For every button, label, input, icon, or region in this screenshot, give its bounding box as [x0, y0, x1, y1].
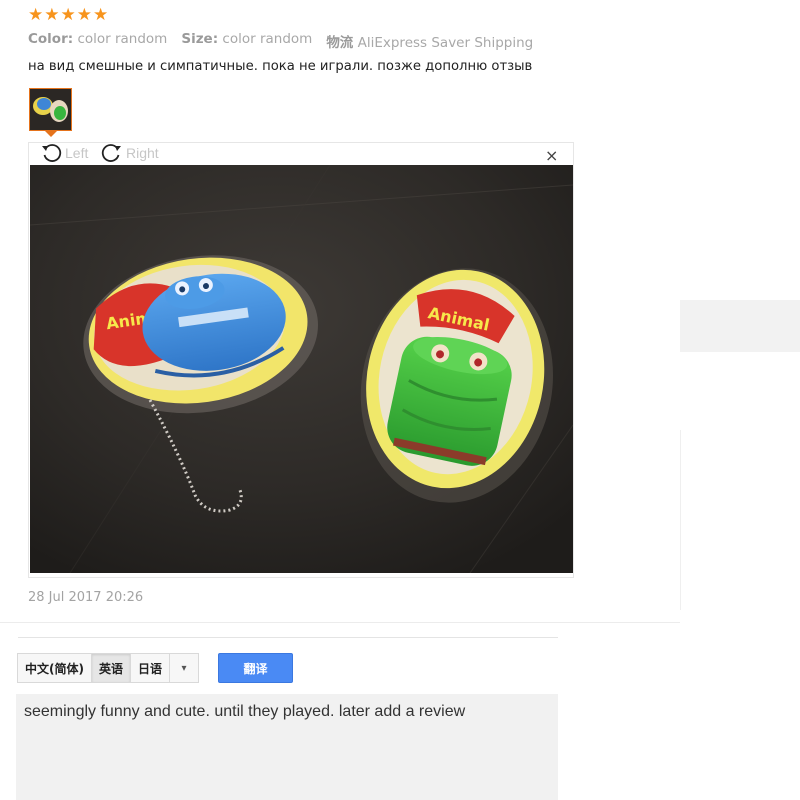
- thumbnail-pointer: [45, 131, 57, 137]
- review-text: на вид смешные и симпатичные. пока не иг…: [28, 59, 533, 74]
- rotate-right-icon: [101, 144, 121, 162]
- rating-stars: ★ ★ ★ ★ ★: [28, 6, 108, 24]
- chevron-down-icon[interactable]: ▾: [170, 654, 199, 682]
- star-icon: ★: [44, 5, 60, 25]
- translator-divider: [18, 637, 558, 638]
- translation-result: seemingly funny and cute. until they pla…: [16, 694, 558, 800]
- attribute-size: Size: color random: [181, 31, 313, 47]
- translation-text: seemingly funny and cute. until they pla…: [24, 703, 466, 720]
- review-photo: Anim Animal: [29, 164, 574, 574]
- language-selector: 中文(简体) 英语 日语 ▾: [17, 653, 200, 683]
- star-icon: ★: [76, 5, 92, 25]
- attribute-shipping: 物流 AliExpress Saver Shipping: [326, 35, 534, 51]
- order-attributes: Color: color random Size: color random 物…: [28, 31, 547, 51]
- rotate-left-button[interactable]: Left: [40, 142, 88, 164]
- star-icon: ★: [28, 5, 44, 25]
- language-english[interactable]: 英语: [91, 654, 131, 682]
- side-panel: [680, 300, 800, 352]
- language-chinese-simplified[interactable]: 中文(简体): [18, 654, 92, 682]
- review-photo-thumbnail[interactable]: [29, 88, 72, 131]
- close-icon[interactable]: ×: [545, 146, 558, 165]
- side-divider: [680, 430, 681, 610]
- rotate-left-icon: [42, 144, 62, 162]
- star-icon: ★: [93, 5, 109, 25]
- star-icon: ★: [60, 5, 76, 25]
- section-divider: [0, 622, 680, 623]
- rotate-right-button[interactable]: Right: [101, 142, 159, 164]
- translate-button[interactable]: 翻译: [218, 653, 293, 683]
- attribute-color: Color: color random: [28, 31, 168, 47]
- review-date: 28 Jul 2017 20:26: [28, 590, 144, 605]
- language-japanese[interactable]: 日语: [131, 654, 171, 682]
